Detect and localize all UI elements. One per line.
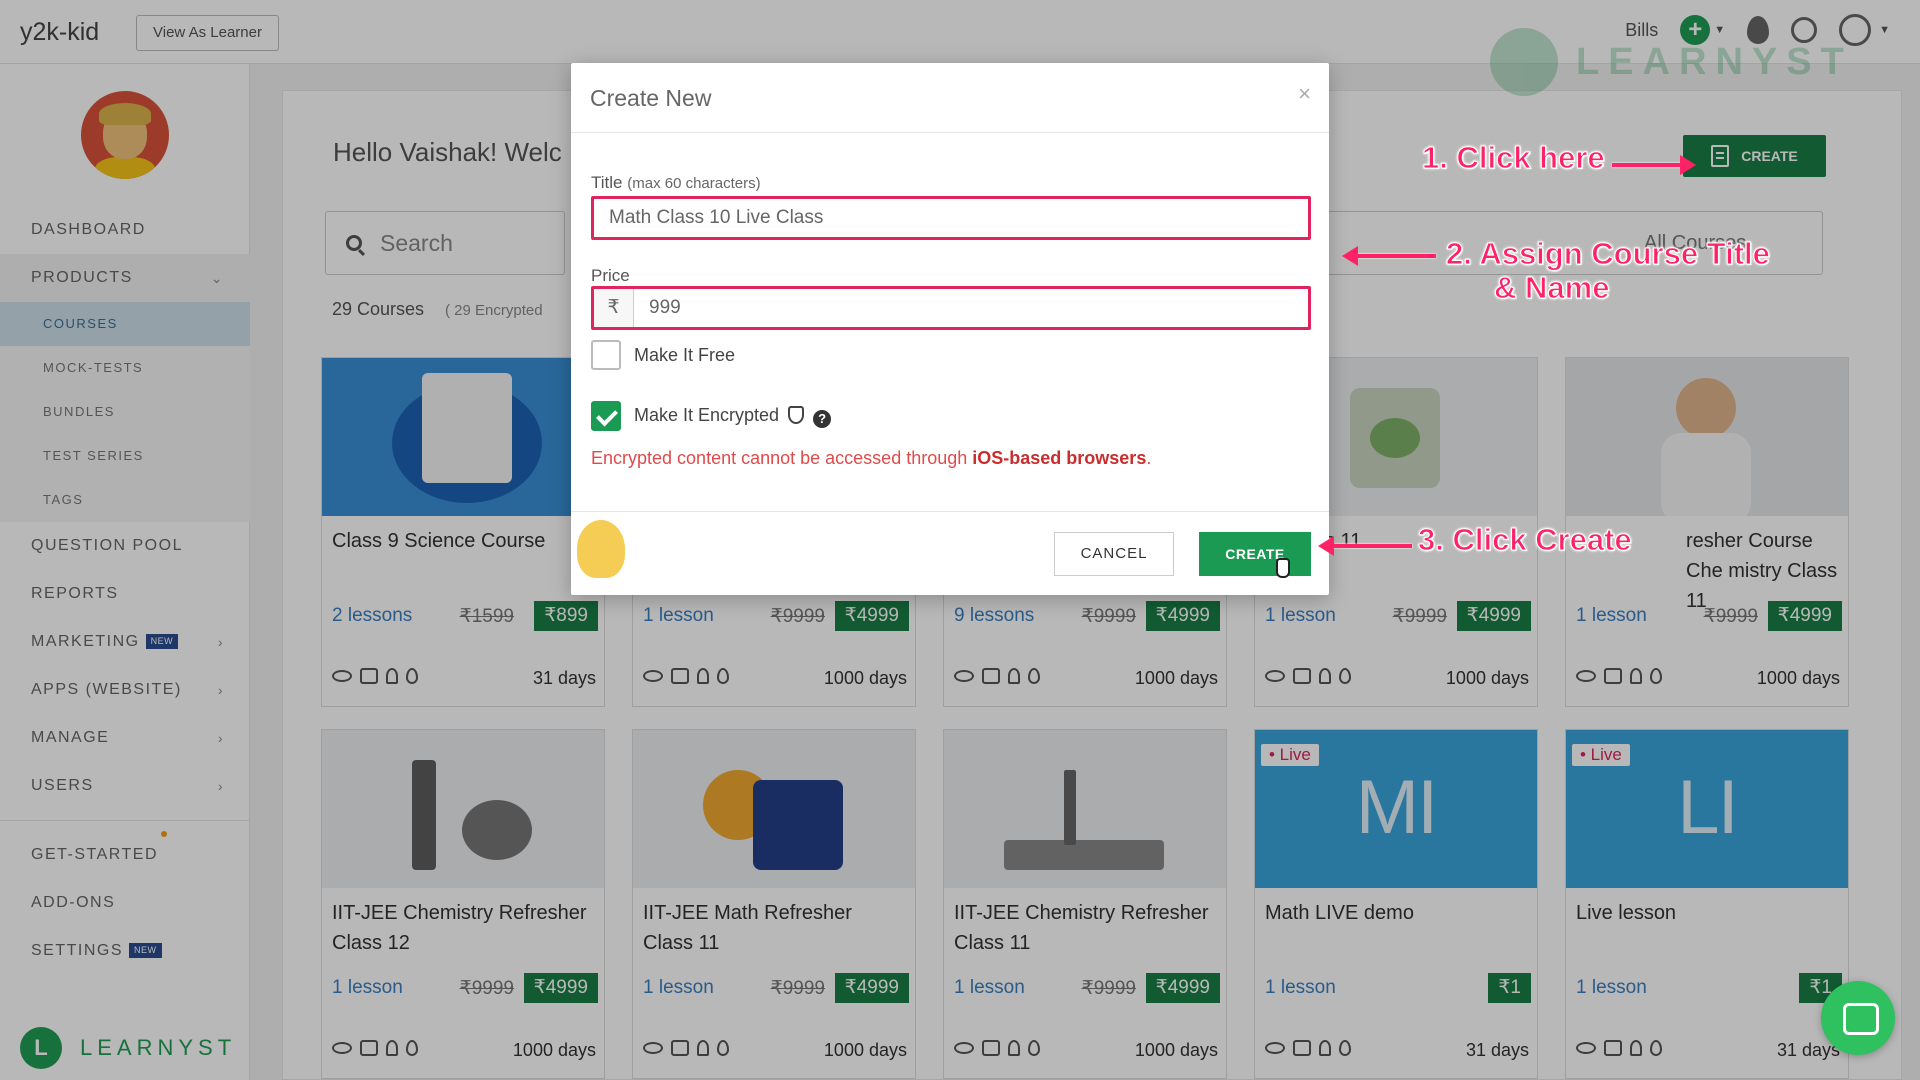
price-value: 999 xyxy=(649,297,681,318)
dialog-footer: CANCEL CREATE xyxy=(571,511,1329,595)
arrow-step-3 xyxy=(1318,536,1412,556)
dialog-title: Create New xyxy=(590,85,712,111)
annotation-step-1: 1. Click here xyxy=(1422,140,1606,176)
make-free-label: Make It Free xyxy=(634,345,736,365)
dialog-header: Create New × xyxy=(571,63,1329,133)
rupee-icon: ₹ xyxy=(594,289,634,327)
make-encrypted-checkbox[interactable] xyxy=(591,401,621,431)
encryption-warning: Encrypted content cannot be accessed thr… xyxy=(591,448,1152,468)
annotation-step-2-line-2: & Name xyxy=(1493,270,1610,306)
title-label: Title (max 60 characters) xyxy=(591,173,761,192)
arrow-step-1 xyxy=(1612,155,1696,175)
title-input[interactable]: Math Class 10 Live Class xyxy=(591,196,1311,240)
annotation-step-2-line-1: 2. Assign Course Title xyxy=(1446,236,1771,272)
annotation-step-3: 3. Click Create xyxy=(1418,522,1633,558)
price-input[interactable]: ₹ 999 xyxy=(591,286,1311,330)
price-label: Price xyxy=(591,266,630,285)
create-button[interactable]: CREATE xyxy=(1199,532,1311,576)
create-new-dialog: Create New × Title (max 60 characters) M… xyxy=(571,63,1329,595)
make-free-checkbox[interactable] xyxy=(591,340,621,370)
mouse-cursor-icon xyxy=(1276,558,1290,578)
shield-icon xyxy=(788,406,805,424)
help-icon[interactable]: ? xyxy=(813,410,832,428)
title-hint: (max 60 characters) xyxy=(627,175,761,192)
arrow-step-2 xyxy=(1342,246,1436,266)
make-encrypted-label: Make It Encrypted ? xyxy=(634,405,832,428)
pointing-hand-icon xyxy=(577,520,625,578)
close-icon[interactable]: × xyxy=(1298,81,1311,107)
chat-support-icon[interactable] xyxy=(1821,981,1895,1055)
cancel-button[interactable]: CANCEL xyxy=(1054,532,1174,576)
